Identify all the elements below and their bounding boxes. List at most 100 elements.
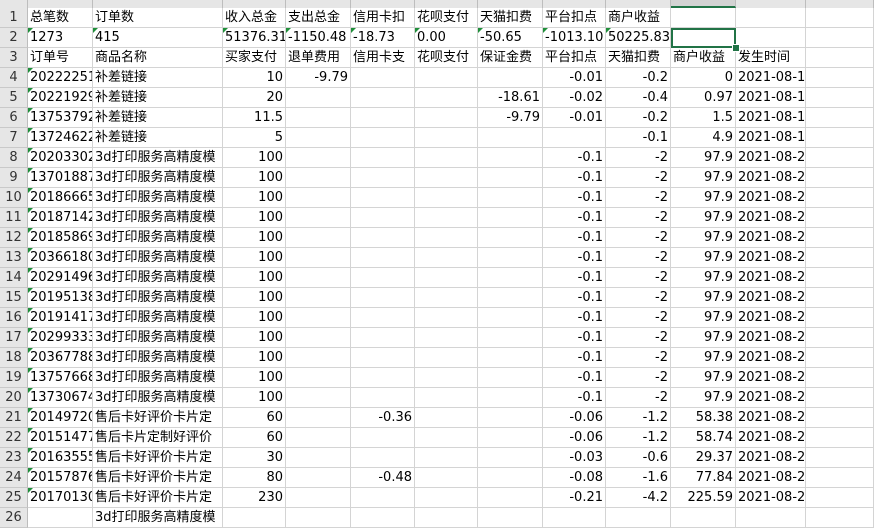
grid-cell[interactable]: 97.9 bbox=[671, 288, 736, 308]
grid-cell[interactable] bbox=[806, 468, 874, 488]
row-header[interactable]: 15 bbox=[0, 288, 28, 308]
grid-cell[interactable]: 203677884 bbox=[28, 348, 93, 368]
grid-cell[interactable]: 订单号 bbox=[28, 48, 93, 68]
grid-cell[interactable]: -2 bbox=[606, 328, 671, 348]
grid-cell[interactable] bbox=[478, 268, 543, 288]
grid-cell[interactable]: -0.1 bbox=[543, 248, 606, 268]
grid-cell[interactable]: -1150.48 bbox=[286, 28, 351, 48]
grid-cell[interactable]: -0.1 bbox=[543, 148, 606, 168]
grid-cell[interactable]: 2021-08-20 18:17:00 bbox=[736, 448, 806, 468]
grid-cell[interactable]: 137537925 bbox=[28, 108, 93, 128]
grid-cell[interactable]: -0.1 bbox=[543, 208, 606, 228]
row-header[interactable]: 18 bbox=[0, 348, 28, 368]
grid-cell[interactable]: 60 bbox=[223, 408, 286, 428]
grid-cell[interactable] bbox=[806, 348, 874, 368]
row-header[interactable]: 20 bbox=[0, 388, 28, 408]
grid-cell[interactable]: 97.9 bbox=[671, 328, 736, 348]
grid-cell[interactable] bbox=[415, 348, 478, 368]
grid-cell[interactable]: 201514773 bbox=[28, 428, 93, 448]
grid-cell[interactable]: 100 bbox=[223, 368, 286, 388]
grid-cell[interactable] bbox=[351, 268, 415, 288]
grid-cell[interactable]: -2 bbox=[606, 208, 671, 228]
row-header[interactable]: 12 bbox=[0, 228, 28, 248]
grid-cell[interactable] bbox=[351, 448, 415, 468]
row-header[interactable]: 14 bbox=[0, 268, 28, 288]
grid-cell[interactable]: 商品名称 bbox=[93, 48, 223, 68]
row-header[interactable]: 19 bbox=[0, 368, 28, 388]
grid-cell[interactable] bbox=[415, 208, 478, 228]
grid-cell[interactable]: -0.4 bbox=[606, 88, 671, 108]
row-header[interactable]: 13 bbox=[0, 248, 28, 268]
grid-cell[interactable] bbox=[478, 68, 543, 88]
grid-cell[interactable]: 97.9 bbox=[671, 368, 736, 388]
grid-cell[interactable] bbox=[478, 168, 543, 188]
column-header[interactable] bbox=[478, 0, 543, 8]
grid-cell[interactable]: 2021-08-20 18:24:39 bbox=[736, 368, 806, 388]
grid-cell[interactable]: -2 bbox=[606, 268, 671, 288]
grid-cell[interactable]: 5 bbox=[223, 128, 286, 148]
grid-cell[interactable]: -0.36 bbox=[351, 408, 415, 428]
grid-cell[interactable] bbox=[415, 248, 478, 268]
grid-cell[interactable]: 保证金费 bbox=[478, 48, 543, 68]
row-header[interactable]: 21 bbox=[0, 408, 28, 428]
grid-cell[interactable] bbox=[351, 368, 415, 388]
grid-cell[interactable] bbox=[286, 128, 351, 148]
row-header[interactable]: 26 bbox=[0, 508, 28, 528]
grid-cell[interactable]: 3d打印服务高精度模 bbox=[93, 288, 223, 308]
grid-cell[interactable]: 97.9 bbox=[671, 148, 736, 168]
grid-cell[interactable] bbox=[806, 408, 874, 428]
grid-cell[interactable] bbox=[806, 488, 874, 508]
row-header[interactable]: 9 bbox=[0, 168, 28, 188]
row-header[interactable]: 8 bbox=[0, 148, 28, 168]
grid-cell[interactable] bbox=[351, 168, 415, 188]
grid-cell[interactable] bbox=[286, 208, 351, 228]
grid-cell[interactable] bbox=[478, 388, 543, 408]
grid-cell[interactable] bbox=[351, 488, 415, 508]
grid-cell[interactable]: 3d打印服务高精度模 bbox=[93, 348, 223, 368]
grid-cell[interactable] bbox=[415, 328, 478, 348]
grid-cell[interactable] bbox=[806, 448, 874, 468]
grid-cell[interactable]: 商户收益 bbox=[671, 48, 736, 68]
grid-cell[interactable]: 3d打印服务高精度模 bbox=[93, 208, 223, 228]
grid-cell[interactable]: 收入总金 bbox=[223, 8, 286, 28]
grid-cell[interactable]: 支出总金 bbox=[286, 8, 351, 28]
grid-cell[interactable] bbox=[478, 248, 543, 268]
grid-cell[interactable] bbox=[478, 128, 543, 148]
grid-cell[interactable] bbox=[478, 448, 543, 468]
grid-cell[interactable]: 2021-08-20 18:17:23 bbox=[736, 428, 806, 448]
grid-cell[interactable] bbox=[415, 388, 478, 408]
column-header[interactable] bbox=[415, 0, 478, 8]
grid-cell[interactable] bbox=[415, 468, 478, 488]
grid-cell[interactable] bbox=[415, 288, 478, 308]
grid-cell[interactable]: 97.9 bbox=[671, 168, 736, 188]
row-header[interactable]: 22 bbox=[0, 428, 28, 448]
grid-cell[interactable]: -0.06 bbox=[543, 408, 606, 428]
grid-cell[interactable] bbox=[806, 148, 874, 168]
grid-cell[interactable]: 202914961 bbox=[28, 268, 93, 288]
column-header[interactable] bbox=[671, 0, 736, 8]
grid-cell[interactable] bbox=[806, 368, 874, 388]
grid-cell[interactable] bbox=[806, 168, 874, 188]
grid-cell[interactable] bbox=[736, 508, 806, 528]
grid-cell[interactable]: 2021-08-20 22:45:42 bbox=[736, 208, 806, 228]
grid-cell[interactable]: 补差链接 bbox=[93, 68, 223, 88]
grid-cell[interactable]: 售后卡好评价卡片定 bbox=[93, 448, 223, 468]
grid-cell[interactable] bbox=[543, 508, 606, 528]
grid-cell[interactable]: -2 bbox=[606, 368, 671, 388]
column-header[interactable] bbox=[606, 0, 671, 8]
grid-cell[interactable]: 2021-08-20 21:43:49 bbox=[736, 268, 806, 288]
grid-cell[interactable]: 60 bbox=[223, 428, 286, 448]
grid-cell[interactable]: 2021-08-20 20:12:11 bbox=[736, 328, 806, 348]
grid-cell[interactable]: 201866655 bbox=[28, 188, 93, 208]
grid-cell[interactable]: -0.1 bbox=[543, 308, 606, 328]
grid-cell[interactable]: 58.74 bbox=[671, 428, 736, 448]
grid-cell[interactable]: -0.06 bbox=[543, 428, 606, 448]
grid-cell[interactable]: -0.1 bbox=[543, 368, 606, 388]
row-header[interactable]: 11 bbox=[0, 208, 28, 228]
grid-cell[interactable] bbox=[286, 428, 351, 448]
row-header[interactable]: 3 bbox=[0, 48, 28, 68]
grid-cell[interactable] bbox=[286, 248, 351, 268]
grid-cell[interactable] bbox=[286, 288, 351, 308]
grid-cell[interactable]: 2021-08-20 21:41:14 bbox=[736, 288, 806, 308]
grid-cell[interactable]: 97.9 bbox=[671, 388, 736, 408]
